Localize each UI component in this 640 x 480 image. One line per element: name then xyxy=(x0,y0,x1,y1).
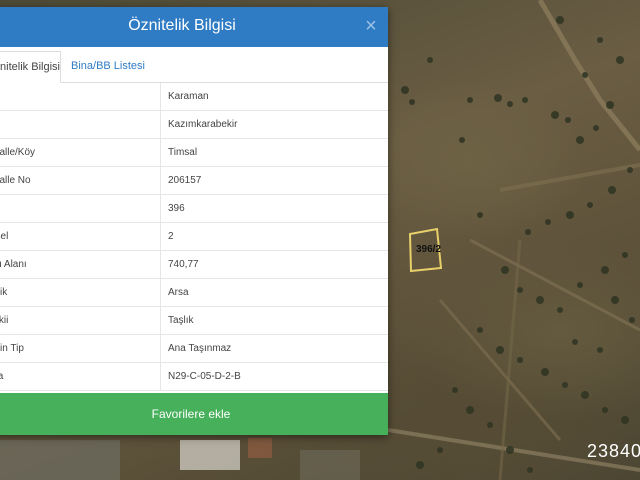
attribute-value: Kazımkarabekir xyxy=(160,110,388,139)
attribute-key-cell: İl xyxy=(0,83,161,111)
attribute-table: İlKaramanİlçeKazımkarabekir Mahalle/Köy Ti… xyxy=(0,83,388,391)
table-row: Mevkii Taşlık xyxy=(0,306,388,335)
table-row: İlçeKazımkarabekir xyxy=(0,110,388,139)
attribute-value: Arsa xyxy=(160,278,388,307)
close-icon[interactable]: × xyxy=(362,16,380,36)
table-row: Parsel 2 xyxy=(0,222,388,251)
attribute-value: 2 xyxy=(160,222,388,251)
attribute-key-cell: Zemin Tip xyxy=(0,334,161,363)
table-row: Tapu Alanı 740,77 xyxy=(0,250,388,279)
table-row: Mahalle/Köy Timsal xyxy=(0,138,388,167)
attribute-value: Karaman xyxy=(160,83,388,111)
dialog-header: Öznitelik Bilgisi × xyxy=(0,7,388,47)
attribute-key-cell: Ada xyxy=(0,194,161,223)
attribute-key: Parsel xyxy=(0,231,9,242)
tab-building-list[interactable]: Bina/BB Listesi xyxy=(71,51,145,81)
attribute-key: Mahalle No xyxy=(0,175,31,186)
attribute-value: Timsal xyxy=(160,138,388,167)
tab-attribute-info[interactable]: Öznitelik Bilgisi xyxy=(0,51,61,83)
attribute-key: Tapu Alanı xyxy=(0,259,27,270)
add-to-favorites-button[interactable]: Favorilere ekle xyxy=(0,393,388,435)
parcel-label: 396/2 xyxy=(416,244,442,255)
attribute-value: N29-C-05-D-2-B xyxy=(160,362,388,391)
attribute-value: Ana Taşınmaz xyxy=(160,334,388,363)
table-row: Mahalle No 206157 xyxy=(0,166,388,195)
attribute-key-cell: Mahalle/Köy xyxy=(0,138,161,167)
dialog-title: Öznitelik Bilgisi xyxy=(128,17,236,34)
attribute-key-cell: Pafta xyxy=(0,362,161,391)
attribute-key: Mahalle/Köy xyxy=(0,147,36,158)
attribute-key-cell: Nitelik xyxy=(0,278,161,307)
attribute-key: Pafta xyxy=(0,371,3,382)
attribute-value: 740,77 xyxy=(160,250,388,279)
attribute-key-cell: Mahalle No xyxy=(0,166,161,195)
table-row: İlKaraman xyxy=(0,83,388,111)
tab-bar: Öznitelik Bilgisi Bina/BB Listesi xyxy=(0,47,388,83)
attribute-key-cell: Tapu Alanı xyxy=(0,250,161,279)
attribute-value: 206157 xyxy=(160,166,388,195)
attribute-key: Zemin Tip xyxy=(0,343,24,354)
attribute-info-dialog: Öznitelik Bilgisi × Öznitelik Bilgisi Bi… xyxy=(0,7,388,435)
table-row: Zemin Tip Ana Taşınmaz xyxy=(0,334,388,363)
attribute-key-cell: Parsel xyxy=(0,222,161,251)
attribute-key-cell: Mevkii xyxy=(0,306,161,335)
table-row: Nitelik Arsa xyxy=(0,278,388,307)
table-row: Ada396 xyxy=(0,194,388,223)
attribute-key: Nitelik xyxy=(0,287,8,298)
corner-number: 23840 xyxy=(587,441,640,461)
attribute-key-cell: İlçe xyxy=(0,110,161,139)
attribute-value: 396 xyxy=(160,194,388,223)
table-row: Pafta N29-C-05-D-2-B xyxy=(0,362,388,391)
attribute-key: Mevkii xyxy=(0,315,9,326)
attribute-value: Taşlık xyxy=(160,306,388,335)
